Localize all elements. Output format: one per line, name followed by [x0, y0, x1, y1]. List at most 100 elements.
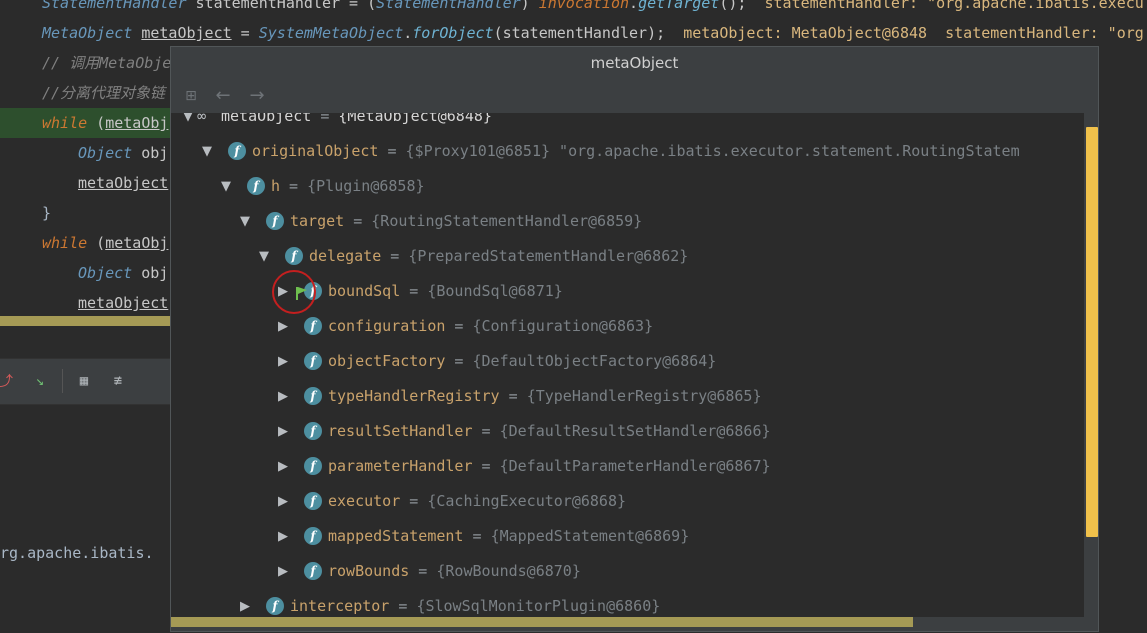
tree-row[interactable]: ▶ f configuration = {Configuration@6863}: [171, 309, 1086, 344]
expand-arrow-right-icon[interactable]: ▶: [276, 379, 290, 414]
popup-toolbar: ⊞ ← →: [171, 79, 1098, 113]
step-into-icon[interactable]: ↘: [30, 371, 50, 391]
code-line[interactable]: metaObject: [78, 168, 168, 198]
field-name: resultSetHandler = {DefaultResultSetHand…: [328, 414, 771, 449]
expand-arrow-right-icon[interactable]: ▶: [276, 414, 290, 449]
tree-row[interactable]: ▼ f originalObject = {$Proxy101@6851} "org…: [171, 134, 1086, 169]
tree-row[interactable]: ▶ f mappedStatement = {MappedStatement@686…: [171, 519, 1086, 554]
code-line[interactable]: Object obj: [78, 138, 168, 168]
expand-arrow-down-icon[interactable]: ▼: [238, 204, 252, 239]
expand-arrow-right-icon[interactable]: ▶: [276, 519, 290, 554]
tree-row[interactable]: ▶ f resultSetHandler = {DefaultResultSetHa…: [171, 414, 1086, 449]
field-name-text: rowBounds: [328, 562, 410, 580]
code-token: statementHandler: "org.apache.ibatis.exe…: [764, 0, 1144, 12]
expand-arrow-down-icon[interactable]: ▼: [219, 169, 233, 204]
field-icon: f: [304, 317, 322, 335]
field-value: {TypeHandlerRegistry@6865}: [526, 387, 762, 405]
field-name-text: resultSetHandler: [328, 422, 473, 440]
evaluate-popup: metaObject ⊞ ← → ▼ ∞ metaObject = {MetaObj…: [170, 46, 1099, 632]
field-name: metaObject = {MetaObject@6848}: [221, 113, 492, 134]
code-token: SystemMetaObject: [258, 24, 404, 42]
field-value: {SlowSqlMonitorPlugin@6860}: [416, 597, 661, 615]
equals-sign: =: [463, 527, 491, 545]
field-name-text: originalObject: [252, 142, 379, 160]
field-icon: f: [247, 177, 265, 195]
tree-row[interactable]: ▶ f parameterHandler = {DefaultParameterHa…: [171, 449, 1086, 484]
editor-horizontal-scrollbar[interactable]: [0, 316, 170, 326]
code-token: metaObject: MetaObject@6848 statementHan…: [683, 24, 1147, 42]
field-value: {DefaultResultSetHandler@6866}: [499, 422, 771, 440]
field-value: {MappedStatement@6869}: [490, 527, 690, 545]
field-name-text: interceptor: [290, 597, 390, 615]
field-name: objectFactory = {DefaultObjectFactory@68…: [328, 344, 716, 379]
code-line[interactable]: }: [42, 198, 51, 228]
code-token: MetaObject: [42, 24, 133, 42]
equals-sign: =: [400, 282, 428, 300]
field-name-text: parameterHandler: [328, 457, 473, 475]
tree-row[interactable]: ▼ f delegate = {PreparedStatementHandler@6…: [171, 239, 1086, 274]
code-token: Object: [78, 264, 133, 282]
code-line[interactable]: StatementHandler statementHandler = (Sta…: [42, 0, 1144, 18]
field-value: {PreparedStatementHandler@6862}: [408, 247, 689, 265]
console-text: rg.apache.ibatis.: [0, 544, 154, 562]
expand-arrow-down-icon[interactable]: ▼: [257, 239, 271, 274]
field-value: {DefaultObjectFactory@6864}: [472, 352, 717, 370]
equals-sign: =: [389, 597, 417, 615]
expand-arrow-down-icon[interactable]: ▼: [200, 134, 214, 169]
field-name: mappedStatement = {MappedStatement@6869}: [328, 519, 689, 554]
horizontal-scrollbar-thumb[interactable]: [171, 617, 913, 627]
expand-arrow-right-icon[interactable]: ▶: [276, 309, 290, 344]
tree-row[interactable]: ▶ f executor = {CachingExecutor@6868}: [171, 484, 1086, 519]
drop-frame-icon[interactable]: ⤴: [0, 371, 16, 391]
code-token: //分离代理对象链: [42, 84, 166, 102]
back-button[interactable]: ←: [211, 85, 235, 107]
tree-row[interactable]: ▶ f typeHandlerRegistry = {TypeHandlerRegi…: [171, 379, 1086, 414]
equals-sign: =: [472, 422, 500, 440]
equals-sign: =: [381, 247, 409, 265]
equals-sign: =: [378, 142, 406, 160]
expand-arrow-right-icon[interactable]: ▶: [276, 449, 290, 484]
popup-title: metaObject: [590, 54, 679, 72]
expand-arrow-down-icon[interactable]: ▼: [181, 113, 195, 134]
variable-tree[interactable]: ▼ ∞ metaObject = {MetaObject@6848} ▼ f origin…: [171, 113, 1086, 617]
tree-root-row[interactable]: ▼ ∞ metaObject = {MetaObject@6848}: [171, 113, 1086, 134]
code-token: getTarget: [638, 0, 720, 12]
table-icon[interactable]: ▦: [74, 371, 94, 391]
field-icon: f: [304, 492, 322, 510]
code-line[interactable]: // 调用MetaObje: [42, 48, 171, 78]
hierarchy-icon[interactable]: ⊞: [179, 85, 203, 107]
field-icon: f: [266, 212, 284, 230]
code-token: (statementHandler);: [493, 24, 684, 42]
code-line[interactable]: metaObject: [78, 288, 168, 318]
tree-row[interactable]: ▼ f h = {Plugin@6858}: [171, 169, 1086, 204]
code-line[interactable]: //分离代理对象链: [42, 78, 165, 108]
vertical-scrollbar-thumb[interactable]: [1086, 127, 1098, 537]
equals-sign: =: [499, 387, 527, 405]
code-line[interactable]: while (metaObj: [42, 228, 168, 258]
code-line[interactable]: MetaObject metaObject = SystemMetaObject…: [42, 18, 1147, 48]
code-token: while: [42, 234, 88, 252]
code-line[interactable]: while (metaObj: [42, 108, 168, 138]
forward-button[interactable]: →: [245, 85, 269, 107]
tree-row[interactable]: ▼ f target = {RoutingStatementHandler@6859…: [171, 204, 1086, 239]
field-name-text: executor: [328, 492, 401, 510]
code-token: invocation: [538, 0, 630, 12]
expand-arrow-right-icon[interactable]: ▶: [276, 344, 290, 379]
field-value: {DefaultParameterHandler@6867}: [499, 457, 771, 475]
tree-row[interactable]: ▶ f rowBounds = {RowBounds@6870}: [171, 554, 1086, 589]
expand-arrow-right-icon[interactable]: ▶: [276, 484, 290, 519]
field-icon: f: [304, 422, 322, 440]
toolbar-divider: [62, 369, 63, 393]
tree-row[interactable]: ▶ f interceptor = {SlowSqlMonitorPlugin@68…: [171, 589, 1086, 617]
field-name-text: mappedStatement: [328, 527, 464, 545]
equals-sign: =: [344, 212, 372, 230]
trace-icon[interactable]: ≢: [108, 371, 128, 391]
tree-row[interactable]: ▶ f objectFactory = {DefaultObjectFactory@…: [171, 344, 1086, 379]
code-line[interactable]: Object obj: [78, 258, 168, 288]
field-name-text: boundSql: [328, 282, 401, 300]
code-token: (: [87, 234, 106, 252]
code-token: metaObject: [78, 294, 169, 312]
code-token: .: [629, 0, 639, 12]
expand-arrow-right-icon[interactable]: ▶: [276, 554, 290, 589]
expand-arrow-right-icon[interactable]: ▶: [238, 589, 252, 617]
